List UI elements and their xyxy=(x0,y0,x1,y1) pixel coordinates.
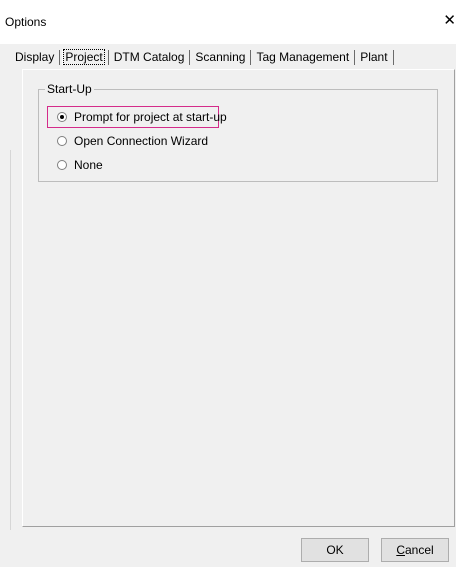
tab-divider xyxy=(189,49,191,65)
tab-divider xyxy=(250,49,252,65)
tab-divider xyxy=(59,49,61,65)
radio-open-connection-wizard[interactable]: Open Connection Wizard xyxy=(57,134,208,148)
radio-label: Open Connection Wizard xyxy=(74,134,209,148)
tab-tag-management[interactable]: Tag Management xyxy=(254,50,351,64)
options-dialog: Options ✕ Display Project DTM Catalog Sc… xyxy=(0,0,456,567)
tab-divider xyxy=(107,49,109,65)
tab-plant[interactable]: Plant xyxy=(358,50,389,64)
radio-label: None xyxy=(74,158,103,172)
radio-unchecked-icon[interactable] xyxy=(57,160,67,170)
window-edge-divider xyxy=(10,150,11,530)
tab-divider xyxy=(354,49,356,65)
tab-project[interactable]: Project xyxy=(63,49,105,65)
cancel-button[interactable]: Cancel xyxy=(381,538,449,562)
tab-scanning[interactable]: Scanning xyxy=(193,50,247,64)
window-title: Options xyxy=(5,15,47,29)
startup-group-label: Start-Up xyxy=(45,82,94,96)
cancel-label-rest: ancel xyxy=(404,543,434,557)
radio-label: Prompt for project at start-up xyxy=(74,110,227,124)
radio-none[interactable]: None xyxy=(57,158,103,172)
tab-strip: Display Project DTM Catalog Scanning Tag… xyxy=(13,46,397,68)
radio-unchecked-icon[interactable] xyxy=(57,136,67,146)
ok-button[interactable]: OK xyxy=(301,538,369,562)
radio-prompt-for-project[interactable]: Prompt for project at start-up xyxy=(57,110,227,124)
close-icon[interactable]: ✕ xyxy=(443,13,456,28)
tab-dtm-catalog[interactable]: DTM Catalog xyxy=(112,50,187,64)
tab-divider xyxy=(392,49,394,65)
tab-display[interactable]: Display xyxy=(13,50,56,64)
cancel-accelerator: C xyxy=(396,543,405,557)
title-bar: Options ✕ xyxy=(0,0,456,44)
radio-checked-icon[interactable] xyxy=(57,112,67,122)
